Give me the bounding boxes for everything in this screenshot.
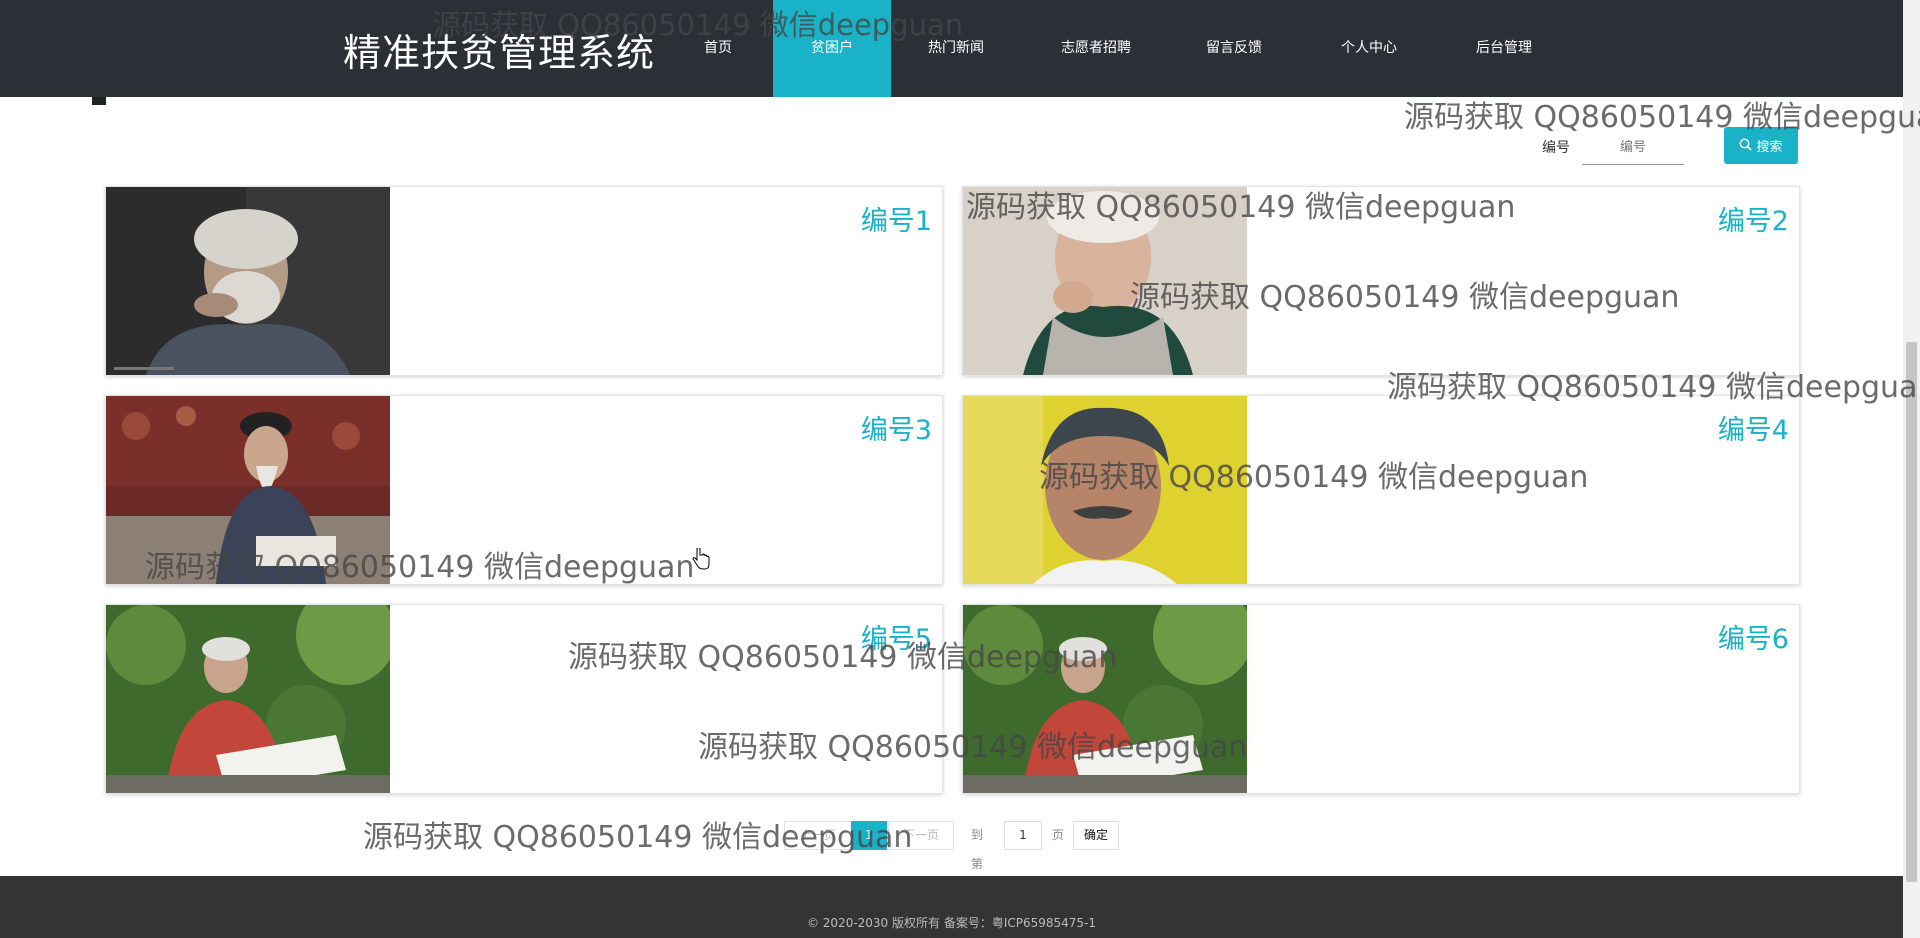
household-photo[interactable]	[106, 605, 390, 793]
household-id: 编号2	[1717, 206, 1789, 237]
footer: © 2020-2030 版权所有 备案号：粤ICP65985475-1	[0, 876, 1903, 938]
footer-copyright: © 2020-2030 版权所有 备案号：粤ICP65985475-1	[806, 916, 1097, 930]
section-marker	[92, 97, 106, 105]
goto-prefix: 到第	[971, 828, 984, 871]
household-id: 编号5	[860, 624, 932, 655]
next-page-button[interactable]: 下一页	[888, 821, 954, 850]
household-photo[interactable]	[963, 187, 1247, 375]
goto-page-input[interactable]: 1	[1004, 821, 1042, 850]
household-id: 编号1	[860, 206, 932, 237]
search-button[interactable]: 搜索	[1724, 127, 1798, 164]
household-card[interactable]: 编号2	[962, 186, 1800, 376]
goto-suffix: 页	[1052, 828, 1065, 842]
menu-item-poor-households[interactable]: 贫困户	[773, 0, 891, 97]
goto-confirm-button[interactable]: 确定	[1073, 821, 1119, 850]
household-card[interactable]: 编号3	[105, 395, 943, 585]
page-scrollbar[interactable]	[1903, 0, 1920, 938]
search-button-label: 搜索	[1756, 139, 1783, 154]
menu-item-personal-center[interactable]: 个人中心	[1323, 0, 1415, 97]
household-id: 编号4	[1717, 415, 1789, 446]
household-photo[interactable]	[106, 396, 390, 584]
household-photo[interactable]	[963, 396, 1247, 584]
search-icon	[1739, 138, 1753, 154]
prev-page-button[interactable]: 上一页	[784, 821, 852, 850]
search-input[interactable]	[1582, 130, 1684, 165]
menu-item-hot-news[interactable]: 热门新闻	[910, 0, 1002, 97]
household-card[interactable]: 编号5	[105, 604, 943, 794]
household-photo[interactable]	[106, 187, 390, 375]
current-page-button[interactable]: 1	[851, 821, 887, 850]
menu-item-feedback[interactable]: 留言反馈	[1188, 0, 1280, 97]
household-card[interactable]: 编号4	[962, 395, 1800, 585]
menu-item-volunteer-recruit[interactable]: 志愿者招聘	[1044, 0, 1148, 97]
top-navbar: 精准扶贫管理系统 首页 贫困户 热门新闻 志愿者招聘 留言反馈 个人中心 后台管…	[0, 0, 1903, 97]
scrollbar-thumb[interactable]	[1906, 342, 1917, 882]
household-id: 编号6	[1717, 624, 1789, 655]
hand-cursor-icon	[692, 548, 710, 570]
household-card[interactable]: 编号1	[105, 186, 943, 376]
menu-item-home[interactable]: 首页	[688, 0, 748, 97]
household-id: 编号3	[860, 415, 932, 446]
household-card[interactable]: 编号6	[962, 604, 1800, 794]
menu-item-admin[interactable]: 后台管理	[1458, 0, 1550, 97]
household-photo[interactable]	[963, 605, 1247, 793]
search-label: 编号	[1542, 140, 1570, 156]
site-title[interactable]: 精准扶贫管理系统	[343, 22, 655, 77]
